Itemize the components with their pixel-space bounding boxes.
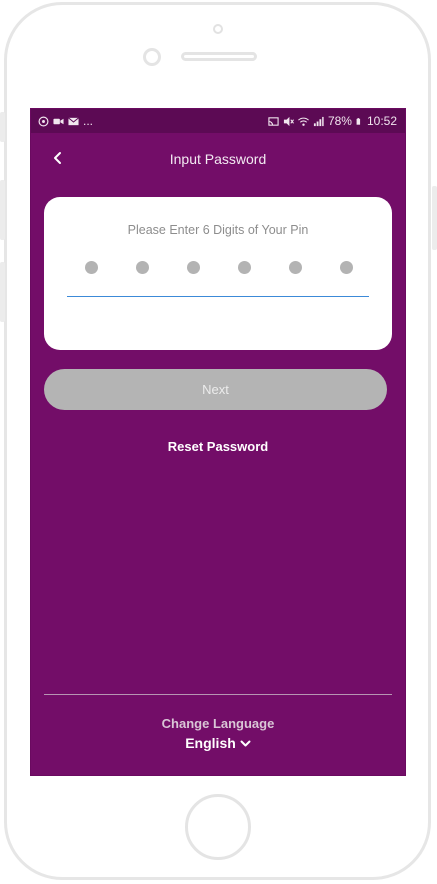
pin-instruction: Please Enter 6 Digits of Your Pin [127,223,309,237]
side-button-left [0,112,5,142]
status-bar-system: 78% 10:52 [268,114,397,128]
battery-icon [356,117,361,125]
more-notifications-text: ... [83,114,94,128]
status-bar-notifications: ... [38,114,93,128]
pin-digit-dot [187,261,200,274]
pin-digit-dot [289,261,302,274]
side-button-power [432,186,437,250]
clock: 10:52 [366,114,397,128]
side-button-volume-up [0,180,5,240]
pin-digit-dot [340,261,353,274]
app-screen: ... 78% 10:52 Input Password Please Ente… [30,108,406,776]
whatsapp-icon [38,116,49,126]
mail-icon [68,116,79,125]
language-selector[interactable]: English [31,735,405,751]
footer-divider [44,694,392,695]
signal-icon [313,116,324,126]
pin-entry-card: Please Enter 6 Digits of Your Pin [44,197,392,350]
battery-percent: 78% [327,114,352,128]
selected-language: English [185,735,236,751]
next-button[interactable]: Next [44,369,387,410]
proximity-sensor [213,24,223,34]
page-title: Input Password [169,151,267,167]
pin-input-underline [67,296,369,297]
earpiece-speaker [181,52,257,61]
home-button[interactable] [185,794,251,860]
change-language-label: Change Language [161,716,275,731]
chevron-down-icon [240,740,251,747]
pin-digit-dot [85,261,98,274]
mute-icon [283,116,294,126]
pin-digit-dot [136,261,149,274]
cast-icon [268,116,279,126]
wifi-icon [298,117,309,126]
pin-input[interactable] [85,261,353,274]
side-button-volume-down [0,262,5,322]
video-call-icon [53,118,64,124]
pin-digit-dot [238,261,251,274]
front-camera [143,48,161,66]
reset-password-link[interactable]: Reset Password [31,439,405,454]
app-header: Input Password [31,133,405,183]
status-bar: ... 78% 10:52 [31,109,405,133]
